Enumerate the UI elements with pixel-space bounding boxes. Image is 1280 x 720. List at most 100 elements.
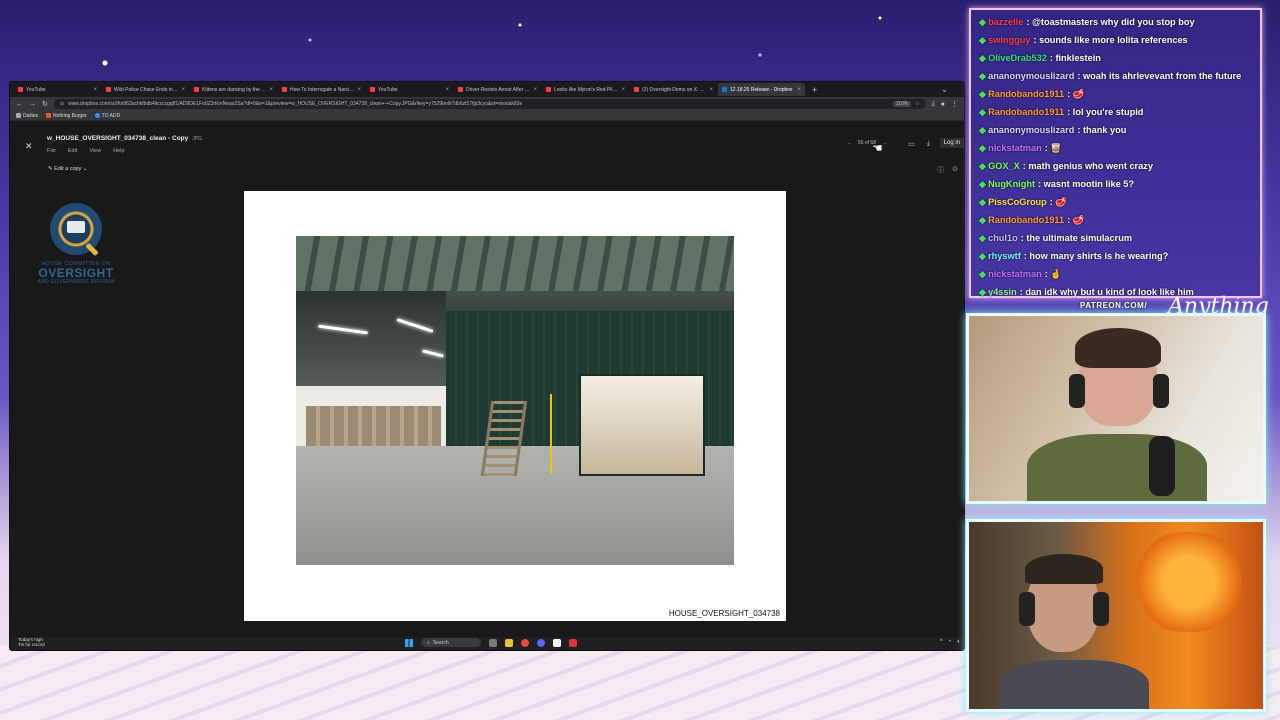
chat-message: ◆ ananonymouslizard: woah its ahrlevevant… bbox=[979, 67, 1252, 85]
task-view-icon[interactable] bbox=[489, 638, 497, 647]
taskbar-search[interactable]: ⌕ Search bbox=[421, 638, 481, 647]
obs-icon[interactable] bbox=[569, 638, 577, 647]
close-icon[interactable]: ✕ bbox=[25, 141, 33, 152]
chat-username[interactable]: chul1o bbox=[988, 233, 1018, 243]
menu-icon[interactable]: ⋮ bbox=[951, 100, 958, 108]
site-info-icon[interactable]: ⊙ bbox=[60, 101, 64, 107]
bookmark-star-icon[interactable]: ☆ bbox=[915, 101, 919, 107]
chat-username[interactable]: NugKnight bbox=[988, 179, 1035, 189]
chat-text: lol you're stupid bbox=[1072, 107, 1144, 117]
viewer-side-icons: ⓘ ⊙ bbox=[937, 165, 958, 175]
bookmark-to-add[interactable]: TO ADD bbox=[94, 113, 120, 119]
windows-taskbar: Today's high Tie for record ⌕ Search ^ ◔… bbox=[10, 637, 964, 650]
chat-badge-icon: ◆ bbox=[979, 125, 987, 135]
chat-username[interactable]: rhyswtf bbox=[988, 251, 1021, 261]
chat-text: 🥃 bbox=[1050, 143, 1062, 153]
browser-tab[interactable]: Looks like Myron's Red Pill video× bbox=[542, 83, 629, 96]
youtube-favicon-icon bbox=[634, 87, 639, 92]
chat-username[interactable]: nickstatman bbox=[988, 269, 1042, 279]
browser-tab[interactable]: YouTube × bbox=[366, 83, 453, 96]
tab-close-icon[interactable]: × bbox=[533, 87, 537, 93]
browser-tab[interactable]: Kittens are dancing by the track × bbox=[190, 83, 277, 96]
youtube-favicon-icon bbox=[458, 87, 463, 92]
chat-username[interactable]: ananonymouslizard bbox=[988, 125, 1074, 135]
prev-file-icon[interactable]: ← bbox=[847, 140, 852, 146]
tab-close-icon[interactable]: × bbox=[709, 87, 713, 93]
edit-copy-button[interactable]: ✎ Edit a copy ⌄ bbox=[48, 166, 88, 172]
info-icon[interactable]: ⓘ bbox=[937, 165, 944, 175]
browser-window: YouTube×Wild Police Chase Ends in Crash×… bbox=[10, 82, 964, 650]
reload-icon[interactable]: ↻ bbox=[42, 100, 48, 108]
tray-chevron-icon[interactable]: ^ bbox=[940, 639, 943, 645]
menu-edit[interactable]: Edit bbox=[68, 148, 77, 154]
menu-view[interactable]: View bbox=[89, 148, 101, 154]
windows-start-icon[interactable] bbox=[405, 638, 413, 647]
browser-tab[interactable]: YouTube × bbox=[14, 83, 101, 96]
profile-icon[interactable]: ● bbox=[941, 101, 945, 108]
network-icon[interactable]: ◔ bbox=[948, 639, 952, 645]
chat-text: 🥩 bbox=[1072, 89, 1085, 99]
download-icon[interactable]: ⤓ bbox=[932, 100, 935, 108]
chat-badge-icon: ◆ bbox=[979, 89, 987, 99]
login-button[interactable]: Log in bbox=[939, 138, 964, 148]
tab-label: How To Interrogate a Narcissist bbox=[290, 86, 355, 93]
chrome-icon[interactable] bbox=[521, 638, 529, 647]
youtube-favicon-icon bbox=[282, 87, 287, 92]
weather-widget[interactable]: Today's high Tie for record bbox=[18, 637, 45, 648]
photo-ceiling bbox=[296, 236, 734, 291]
browser-tab[interactable]: (2) Oversight Dems on X: "NEW × bbox=[630, 83, 717, 96]
tab-close-icon[interactable]: × bbox=[445, 87, 449, 93]
menu-help[interactable]: Help bbox=[113, 148, 124, 154]
browser-tab[interactable]: 12.18.25 Release - Dropbox × bbox=[718, 83, 805, 96]
chat-username[interactable]: swingguy bbox=[988, 35, 1030, 45]
browser-toolbar: ← → ↻ ⊙ www.dropbox.com/scl/fo/d63uchkfb… bbox=[10, 97, 964, 111]
header-actions: ▭ ⤓ bbox=[908, 140, 930, 148]
chat-username[interactable]: y4ssin bbox=[988, 287, 1017, 297]
tab-close-icon[interactable]: × bbox=[93, 87, 97, 93]
new-tab-icon[interactable]: + bbox=[806, 85, 823, 95]
browser-tab[interactable]: Wild Police Chase Ends in Crash× bbox=[102, 83, 189, 96]
file-explorer-icon[interactable] bbox=[505, 638, 513, 647]
activity-icon[interactable]: ⊙ bbox=[952, 165, 958, 175]
forward-icon[interactable]: → bbox=[29, 101, 36, 108]
zoom-badge[interactable]: 110% bbox=[892, 101, 912, 107]
volume-icon[interactable]: ◖ bbox=[956, 639, 960, 645]
chat-username[interactable]: Randobando1911 bbox=[988, 215, 1064, 225]
tab-close-icon[interactable]: × bbox=[357, 87, 361, 93]
chat-username[interactable]: GOX_X bbox=[988, 161, 1020, 171]
chat-username[interactable]: ananonymouslizard bbox=[988, 71, 1074, 81]
tab-search-icon[interactable]: ⌄ bbox=[925, 85, 964, 94]
bookmark-dailies[interactable]: Dailies bbox=[16, 113, 38, 119]
comment-icon[interactable]: ▭ bbox=[908, 140, 915, 148]
tab-close-icon[interactable]: × bbox=[797, 87, 801, 93]
browser-tab[interactable]: Driver Resists Arrest After Refusing× bbox=[454, 83, 541, 96]
chat-username[interactable]: OliveDrab532 bbox=[988, 53, 1047, 63]
tab-close-icon[interactable]: × bbox=[181, 87, 185, 93]
chat-message: ◆ Randobando1911: 🥩 bbox=[979, 211, 1252, 229]
chat-text: @toastmasters why did you stop boy bbox=[1031, 17, 1195, 27]
tab-strip: YouTube×Wild Police Chase Ends in Crash×… bbox=[10, 82, 964, 97]
address-bar[interactable]: ⊙ www.dropbox.com/scl/fo/d63uchkfbdb4ilc… bbox=[53, 99, 926, 109]
chat-username[interactable]: bazzelle bbox=[988, 17, 1023, 27]
chat-message: ◆ Randobando1911: 🥩 bbox=[979, 85, 1252, 103]
streamer-shirt bbox=[1027, 434, 1207, 501]
app-icon[interactable] bbox=[553, 638, 561, 647]
bookmark-nothing-burger[interactable]: Nothing Burger bbox=[46, 113, 87, 119]
browser-tab[interactable]: How To Interrogate a Narcissist × bbox=[278, 83, 365, 96]
chat-badge-icon: ◆ bbox=[979, 251, 987, 261]
chat-badge-icon: ◆ bbox=[979, 215, 987, 225]
chat-badge-icon: ◆ bbox=[979, 179, 987, 189]
chat-username[interactable]: nickstatman bbox=[988, 143, 1042, 153]
headphone-icon bbox=[1069, 374, 1085, 408]
chat-username[interactable]: Randobando1911 bbox=[988, 89, 1064, 99]
tab-close-icon[interactable]: × bbox=[269, 87, 273, 93]
dropbox-favicon-icon bbox=[722, 87, 727, 92]
chat-username[interactable]: PissCoGroup bbox=[988, 197, 1047, 207]
chat-lines: ◆ bazzelle: @toastmasters why did you sto… bbox=[979, 13, 1252, 301]
menu-file[interactable]: File bbox=[47, 148, 56, 154]
back-icon[interactable]: ← bbox=[16, 101, 23, 108]
chat-username[interactable]: Randobando1911 bbox=[988, 107, 1064, 117]
discord-icon[interactable] bbox=[537, 638, 545, 647]
download-file-icon[interactable]: ⤓ bbox=[927, 140, 930, 148]
tab-close-icon[interactable]: × bbox=[621, 87, 625, 93]
